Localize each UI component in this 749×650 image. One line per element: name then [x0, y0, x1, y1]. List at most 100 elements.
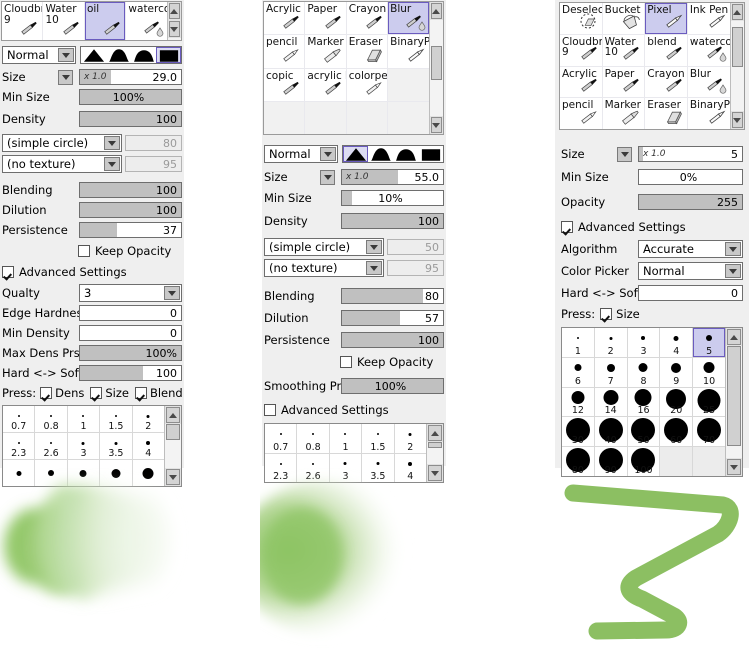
brush-shape-buttons-2[interactable]: [342, 145, 444, 163]
size-preset-grid-3[interactable]: 1 2 3 4 5 6 7 8 9 10 12 14 16 20 25 30 40 50 60 70 80 90 100: [562, 328, 725, 476]
brush-grid-scrollbar[interactable]: [166, 2, 181, 40]
combo-arrow-button[interactable]: [164, 286, 180, 300]
brush-shape-button-1[interactable]: [368, 146, 393, 162]
size-preset-table-3[interactable]: 1 2 3 4 5 6 7 8 9 10 12 14 16 20 25 30 40 50 60 70 80 90 100: [561, 327, 743, 477]
press-size-checkbox-1[interactable]: [90, 387, 103, 399]
size-preset-cell[interactable]: 25: [693, 387, 725, 417]
brush-picker-3[interactable]: DeselectBucketPixelInk Pen Cloudbru9Water…: [559, 2, 745, 130]
brush-picker-2[interactable]: Acrylic Paper Crayon Blur pencil Marker Eraser…: [263, 1, 444, 135]
brush-shape-button-3[interactable]: [418, 146, 443, 162]
size-preset-cell[interactable]: 40: [594, 417, 627, 447]
size-preset-cell[interactable]: 0.7: [265, 424, 297, 453]
scroll-up-button[interactable]: [727, 329, 741, 345]
press-density-checkbox-1[interactable]: [40, 387, 53, 399]
brush-cell-pixel[interactable]: Pixel: [645, 3, 687, 34]
brush-shape-button-2[interactable]: [131, 47, 156, 63]
brush-cell-colorpen[interactable]: colorpen: [346, 68, 388, 101]
size-preset-cell[interactable]: 20: [660, 387, 693, 417]
brush-picker-1[interactable]: Cloudbru9Water10oil watercol: [1, 1, 182, 41]
persistence-slider-1[interactable]: 37: [79, 222, 182, 238]
brush-cell-blur[interactable]: Blur: [687, 66, 730, 98]
brush-cell-paper[interactable]: Paper: [602, 66, 645, 98]
blend-mode-combo-2[interactable]: Normal: [264, 145, 338, 163]
brush-grid[interactable]: DeselectBucketPixelInk Pen Cloudbru9Water…: [560, 3, 730, 129]
brush-shape-button-0[interactable]: [81, 47, 106, 63]
size-preset-cell[interactable]: 8: [627, 357, 660, 387]
size-dropdown-button-1[interactable]: [58, 69, 73, 85]
scroll-track[interactable]: [726, 346, 742, 458]
brush-cell-pencil[interactable]: pencil: [560, 98, 602, 129]
brush-shape-combo-2[interactable]: (simple circle): [264, 238, 384, 256]
density-slider-1[interactable]: 100: [79, 111, 182, 127]
combo-arrow-button[interactable]: [104, 136, 120, 150]
scroll-down-button[interactable]: [168, 21, 180, 37]
brush-cell-pencil[interactable]: pencil: [264, 35, 305, 68]
size-dropdown-button-2[interactable]: [320, 169, 335, 185]
combo-arrow-button[interactable]: [366, 240, 382, 254]
brush-grid-scrollbar[interactable]: [428, 2, 443, 134]
size-preset-cell[interactable]: 1: [562, 328, 594, 357]
preset-scrollbar-3[interactable]: [725, 328, 742, 476]
blending-slider-1[interactable]: 100: [79, 182, 182, 198]
smoothing-slider-2[interactable]: 100%: [341, 378, 444, 394]
size-preset-cell[interactable]: 2: [394, 424, 426, 453]
size-preset-cell[interactable]: 9: [660, 357, 693, 387]
scroll-up-button[interactable]: [168, 3, 180, 19]
brush-cell-deselect[interactable]: Deselect: [560, 3, 602, 34]
advanced-settings-checkbox-3[interactable]: [561, 221, 573, 233]
size-preset-cell[interactable]: 5: [693, 328, 725, 357]
min-size-slider-3[interactable]: 0%: [638, 169, 743, 185]
brush-cell-marker[interactable]: Marker: [305, 35, 346, 68]
size-preset-cell[interactable]: 3.5: [100, 433, 132, 459]
brush-shape-button-0[interactable]: [343, 146, 368, 162]
brush-cell-cloudbru[interactable]: Cloudbru9: [560, 34, 602, 66]
size-preset-cell[interactable]: 1.5: [100, 406, 132, 432]
size-preset-cell[interactable]: 4: [660, 328, 693, 357]
algorithm-combo-3[interactable]: Accurate: [638, 240, 743, 258]
size-preset-cell[interactable]: 1: [67, 406, 100, 432]
combo-arrow-button[interactable]: [320, 147, 336, 161]
scroll-thumb[interactable]: [727, 346, 741, 446]
brush-cell-binarype[interactable]: BinaryPe: [687, 98, 730, 129]
scroll-up-button[interactable]: [731, 4, 743, 20]
size-preset-cell[interactable]: 16: [627, 387, 660, 417]
brush-cell-acrylic[interactable]: Acrylic: [560, 66, 602, 98]
combo-arrow-button[interactable]: [725, 264, 741, 278]
brush-shape-button-1[interactable]: [106, 47, 131, 63]
size-preset-cell[interactable]: 3: [627, 328, 660, 357]
size-preset-cell[interactable]: 0.8: [35, 406, 67, 432]
size-preset-cell[interactable]: 0.7: [3, 406, 35, 432]
dilution-slider-2[interactable]: 57: [341, 310, 444, 326]
brush-cell-water[interactable]: Water 10: [602, 34, 645, 66]
size-preset-cell[interactable]: 30: [562, 417, 594, 447]
texture-combo-1[interactable]: (no texture): [2, 155, 122, 173]
scroll-down-button[interactable]: [430, 117, 442, 133]
scroll-track[interactable]: [427, 442, 443, 464]
scroll-up-button[interactable]: [428, 425, 442, 441]
size-slider-3[interactable]: x 1.0 5: [638, 146, 743, 162]
density-slider-2[interactable]: 100: [341, 213, 444, 229]
advanced-settings-checkbox-2[interactable]: [264, 404, 276, 416]
scroll-thumb[interactable]: [430, 46, 442, 80]
brush-cell-acrylic-b[interactable]: acrylic b: [305, 68, 346, 101]
scroll-track[interactable]: [730, 21, 744, 111]
scroll-track[interactable]: [165, 424, 181, 468]
opacity-slider-3[interactable]: 255: [638, 194, 743, 210]
size-preset-cell[interactable]: 70: [693, 417, 725, 447]
brush-shape-combo-1[interactable]: (simple circle): [2, 134, 122, 152]
brush-cell-watercol[interactable]: watercol: [126, 2, 167, 40]
scroll-up-button[interactable]: [166, 407, 180, 423]
size-preset-cell[interactable]: 14: [594, 387, 627, 417]
brush-cell-binarype[interactable]: BinaryPe: [388, 35, 429, 68]
combo-arrow-button[interactable]: [725, 242, 741, 256]
blending-slider-2[interactable]: 80: [341, 288, 444, 304]
size-dropdown-button-3[interactable]: [617, 146, 632, 162]
brush-grid[interactable]: Cloudbru9Water10oil watercol: [2, 2, 167, 40]
scroll-thumb[interactable]: [166, 424, 180, 440]
size-preset-cell[interactable]: 1.5: [362, 424, 394, 453]
scroll-track[interactable]: [167, 38, 181, 40]
size-preset-cell[interactable]: 60: [660, 417, 693, 447]
size-preset-cell[interactable]: 2: [594, 328, 627, 357]
scroll-thumb[interactable]: [731, 27, 743, 67]
brush-cell-bucket[interactable]: Bucket: [602, 3, 645, 34]
